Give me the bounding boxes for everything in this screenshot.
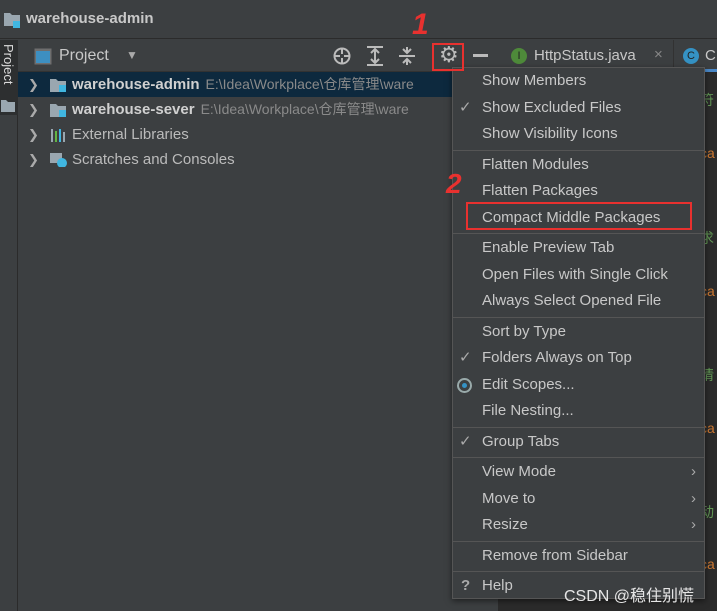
scratches-icon	[50, 153, 67, 167]
project-window-icon	[34, 48, 52, 65]
project-panel: Project ▼ ⚙ ❯ warehouse-admin E:\Idea\Work…	[18, 40, 498, 611]
title-bar: warehouse-admin	[0, 0, 717, 39]
annotation-step-2: 2	[446, 168, 462, 199]
menu-item[interactable]: Open Files with Single Click	[453, 262, 704, 288]
module-folder-icon	[4, 13, 20, 28]
menu-separator	[453, 149, 704, 151]
annotation-box-gear	[432, 43, 464, 71]
check-icon: ✓	[459, 349, 472, 366]
chevron-right-icon: ›	[691, 463, 696, 480]
menu-item[interactable]: View Mode ›	[453, 459, 704, 485]
chevron-right-icon[interactable]: ❯	[28, 97, 39, 122]
hide-icon[interactable]	[473, 54, 488, 57]
menu-item[interactable]: Enable Preview Tab	[453, 235, 704, 261]
check-icon: ✓	[459, 432, 472, 450]
chevron-right-icon[interactable]: ❯	[28, 147, 39, 172]
class-icon: C	[683, 48, 699, 64]
tree-row[interactable]: ❯ warehouse-admin E:\Idea\Workplace\仓库管理\w…	[18, 72, 498, 97]
menu-separator	[453, 233, 704, 234]
annotation-box-compact	[466, 202, 692, 230]
menu-separator	[453, 457, 704, 458]
chevron-right-icon[interactable]: ❯	[28, 72, 39, 97]
menu-item[interactable]: Resize ›	[453, 512, 704, 538]
close-icon[interactable]: ×	[654, 46, 663, 63]
menu-item[interactable]: ✓ Group Tabs	[453, 429, 704, 455]
chevron-right-icon: ›	[691, 516, 696, 533]
gear-options-menu: Show Members ✓ Show Excluded Files Show Vis…	[452, 67, 705, 599]
chevron-right-icon: ›	[691, 489, 696, 507]
left-tool-strip: Project	[0, 40, 18, 611]
menu-separator	[453, 426, 704, 428]
expand-all-icon[interactable]	[366, 46, 384, 66]
check-icon: ✓	[459, 98, 472, 116]
help-icon: ?	[461, 577, 471, 594]
chevron-down-icon[interactable]: ▼	[126, 48, 138, 62]
module-folder-icon	[50, 79, 66, 92]
module-folder-icon	[50, 104, 66, 117]
menu-item[interactable]: Flatten Modules	[453, 152, 704, 178]
collapse-all-icon[interactable]	[398, 46, 416, 66]
locate-icon[interactable]	[333, 47, 351, 65]
panel-header: Project ▼ ⚙	[18, 40, 498, 72]
menu-separator	[453, 316, 704, 318]
menu-item[interactable]: Show Visibility Icons	[453, 121, 704, 147]
menu-item[interactable]: ✓ Show Excluded Files	[453, 95, 704, 121]
radio-selected-icon	[457, 377, 472, 393]
watermark: CSDN @稳住别慌	[564, 588, 695, 605]
panel-title[interactable]: Project	[59, 47, 109, 65]
menu-separator	[453, 571, 704, 572]
menu-item[interactable]: Flatten Packages	[453, 178, 704, 204]
menu-item[interactable]: Show Members	[453, 68, 704, 94]
menu-item[interactable]: Edit Scopes...	[453, 372, 704, 398]
tree-row[interactable]: ❯ warehouse-sever E:\Idea\Workplace\仓库管理\w…	[18, 97, 498, 122]
window-title: warehouse-admin	[26, 10, 154, 27]
menu-item[interactable]: File Nesting...	[453, 398, 704, 424]
menu-item[interactable]: Always Select Opened File	[453, 288, 704, 314]
menu-separator	[453, 540, 704, 542]
menu-item[interactable]: Move to ›	[453, 486, 704, 512]
annotation-step-1: 1	[412, 8, 429, 41]
interface-icon: I	[511, 48, 527, 64]
menu-item[interactable]: Remove from Sidebar	[453, 543, 704, 569]
folder-icon	[1, 100, 15, 112]
tree-row[interactable]: ❯ External Libraries	[18, 122, 498, 147]
chevron-right-icon[interactable]: ❯	[28, 122, 39, 147]
menu-item[interactable]: Sort by Type	[453, 319, 704, 345]
tree-row[interactable]: ❯ Scratches and Consoles	[18, 147, 498, 172]
libraries-icon	[51, 129, 65, 142]
menu-item[interactable]: ✓ Folders Always on Top	[453, 345, 704, 371]
